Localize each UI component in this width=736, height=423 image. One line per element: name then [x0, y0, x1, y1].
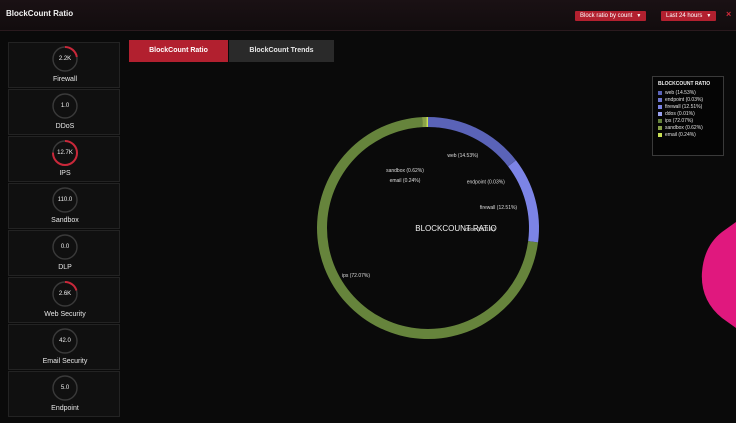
legend-swatch [658, 132, 662, 137]
slice-label-web: web (14.53%) [447, 153, 478, 159]
time-range-dropdown[interactable]: Last 24 hours ▼ [661, 11, 717, 21]
donut-slice-email[interactable] [426, 117, 428, 128]
tab-blockcount-ratio[interactable]: BlockCount Ratio [129, 40, 228, 62]
metric-label: DLP [58, 264, 72, 271]
legend-swatch [658, 90, 662, 95]
legend-item[interactable]: firewall (12.51%) [658, 104, 718, 111]
legend-swatch [658, 97, 662, 102]
metric-label: Email Security [42, 358, 88, 365]
slice-label-email: email (0.24%) [390, 178, 421, 184]
slice-label-endpoint: endpoint (0.03%) [467, 179, 505, 185]
metric-value: 2.6K [58, 291, 72, 297]
metric-tile-endpoint[interactable]: 5.0 Endpoint [8, 371, 120, 417]
metric-value: 1.0 [60, 103, 70, 109]
metric-tile-sandbox[interactable]: 110.0 Sandbox [8, 183, 120, 229]
metric-value: 110.0 [57, 197, 73, 203]
legend-label: ips (72.07%) [665, 118, 694, 124]
legend-item[interactable]: email (0.24%) [658, 132, 718, 139]
chart-panel: web (14.53%) endpoint (0.03%) firewall (12… [125, 64, 736, 418]
metric-label: Sandbox [51, 217, 79, 224]
legend-item[interactable]: web (14.53%) [658, 90, 718, 97]
metric-label: DDoS [55, 123, 75, 130]
chart-center-title: BLOCKCOUNT RATIO [415, 224, 497, 233]
chevron-down-icon: ▼ [636, 13, 642, 19]
metric-value: 0.0 [60, 244, 70, 250]
decorative-pink-shape [701, 222, 736, 328]
legend-item[interactable]: ips (72.07%) [658, 118, 718, 125]
metric-label: Endpoint [51, 405, 79, 412]
legend-label: endpoint (0.03%) [665, 97, 704, 103]
legend-item[interactable]: ddos (0.01%) [658, 111, 718, 118]
slice-label-ips: ips (72.07%) [342, 273, 370, 279]
legend-item[interactable]: sandbox (0.62%) [658, 125, 718, 132]
slice-label-firewall: firewall (12.51%) [480, 205, 518, 211]
dropdown-label: Block ratio by count [580, 13, 633, 19]
block-ratio-dropdown[interactable]: Block ratio by count ▼ [575, 11, 647, 21]
metric-label: Web Security [44, 311, 86, 318]
legend-swatch [658, 104, 662, 109]
metric-value: 12.7K [57, 150, 73, 156]
donut-chart: web (14.53%) endpoint (0.03%) firewall (12… [317, 117, 539, 339]
metric-tile-email-security[interactable]: 42.0 Email Security [8, 324, 120, 370]
tab-blockcount-trends[interactable]: BlockCount Trends [229, 40, 334, 62]
metric-label: Firewall [52, 76, 78, 83]
metric-tile-ips[interactable]: 12.7K IPS [8, 136, 120, 182]
donut-slice-firewall[interactable] [508, 160, 539, 243]
metric-tile-firewall[interactable]: 2.2K Firewall [8, 42, 120, 88]
metric-tile-web-security[interactable]: 2.6K Web Security [8, 277, 120, 323]
metric-value: 42.0 [59, 338, 71, 344]
metric-tile-ddos[interactable]: 1.0 DDoS [8, 89, 120, 135]
chevron-down-icon: ▼ [706, 13, 712, 19]
legend-label: firewall (12.51%) [665, 104, 703, 110]
legend-item[interactable]: endpoint (0.03%) [658, 97, 718, 104]
slice-label-sandbox: sandbox (0.62%) [386, 168, 424, 174]
metric-value: 2.2K [58, 56, 72, 62]
title-bar: BlockCount Ratio Block ratio by count ▼ L… [0, 0, 736, 31]
close-icon[interactable]: × [726, 9, 731, 19]
sidebar: 2.2K Firewall 1.0 DDoS 12.7K IPS 110.0 Sandbox 0… [8, 42, 120, 418]
legend-title: BLOCKCOUNT RATIO [658, 81, 711, 87]
legend-label: web (14.53%) [665, 90, 696, 96]
metric-label: IPS [59, 170, 71, 177]
donut-slice-sandbox[interactable] [422, 117, 427, 128]
legend-label: email (0.24%) [665, 132, 696, 138]
chart-legend: BLOCKCOUNT RATIO web (14.53%) endpoint (0… [652, 76, 724, 156]
legend-label: ddos (0.01%) [665, 111, 695, 117]
legend-swatch [658, 125, 662, 130]
dropdown-label: Last 24 hours [666, 13, 703, 19]
metric-tile-dlp[interactable]: 0.0 DLP [8, 230, 120, 276]
legend-swatch [658, 111, 662, 116]
app-title: BlockCount Ratio [6, 9, 74, 18]
legend-swatch [658, 118, 662, 123]
metric-value: 5.0 [60, 385, 70, 391]
legend-label: sandbox (0.62%) [665, 125, 703, 131]
